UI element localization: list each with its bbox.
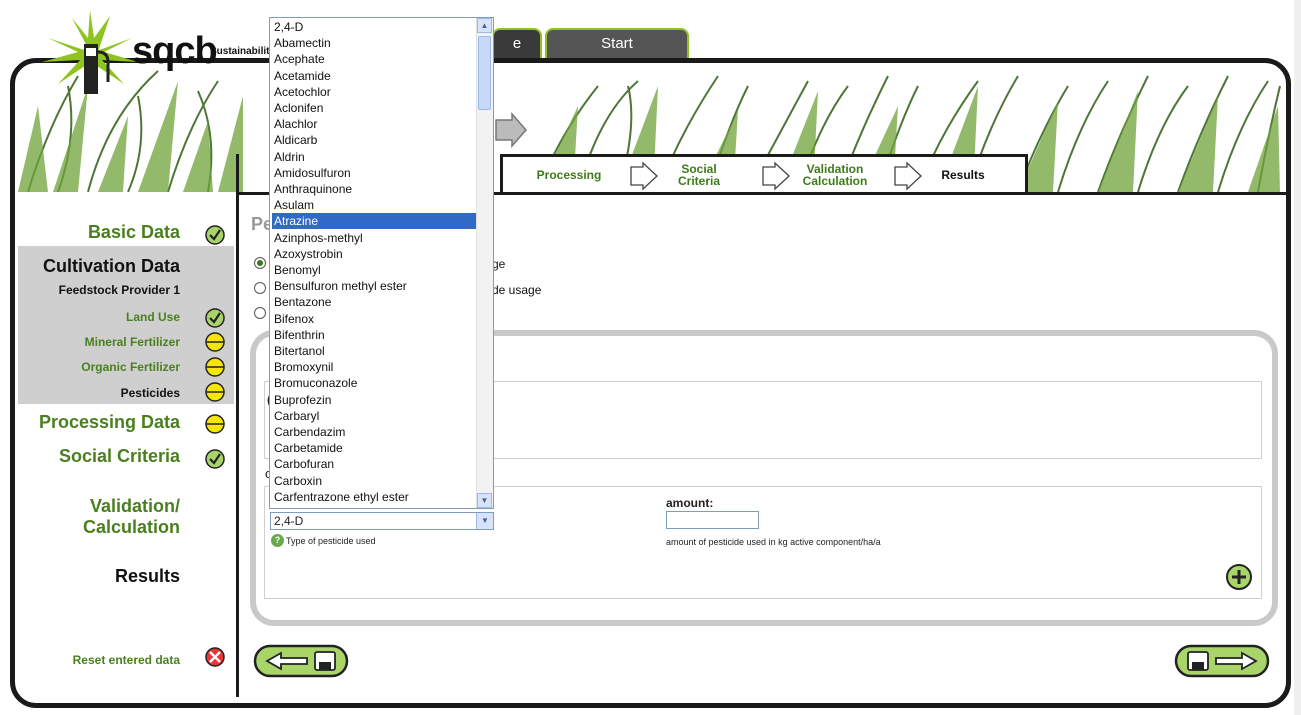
sidebar-validation-calculation[interactable]: Validation/ Calculation [20, 496, 180, 538]
sidebar-land-use[interactable]: Land Use [20, 310, 180, 324]
dropdown-option[interactable]: Bifenthrin [272, 327, 476, 343]
amount-hint: amount of pesticide used in kg active co… [666, 537, 881, 547]
dropdown-option[interactable]: Azinphos-methyl [272, 230, 476, 246]
step-arrow-icon [495, 112, 527, 148]
dropdown-option[interactable]: Carfentrazone ethyl ester [272, 489, 476, 505]
step-arrow-icon [894, 161, 922, 191]
pesticide-select[interactable]: 2,4-D ▼ [270, 512, 494, 530]
dropdown-option[interactable]: Acetochlor [272, 84, 476, 100]
radio-option-1-label: ge [492, 257, 506, 271]
dropdown-option[interactable]: Buprofezin [272, 392, 476, 408]
step-validation-calculation[interactable]: Validation Calculation [787, 157, 883, 193]
half-circle-icon [205, 357, 225, 377]
pesticide-dropdown-list[interactable]: 2,4-D Abamectin Acephate Acetamide Acetochlo… [269, 17, 494, 509]
step-results[interactable]: Results [923, 157, 1003, 193]
check-circle-icon [205, 308, 225, 328]
dropdown-option[interactable]: Asulam [272, 197, 476, 213]
type-hint: Type of pesticide used [286, 536, 376, 546]
plus-circle-icon[interactable] [1225, 563, 1253, 591]
page-scrollbar[interactable] [1294, 0, 1301, 715]
dropdown-option[interactable]: Anthraquinone [272, 181, 476, 197]
scroll-down-icon[interactable]: ▼ [477, 493, 492, 508]
sidebar-feedstock-provider[interactable]: Feedstock Provider 1 [20, 283, 180, 297]
save-forward-icon[interactable] [1174, 644, 1270, 678]
dropdown-option[interactable]: Aldicarb [272, 132, 476, 148]
dropdown-option[interactable]: Atrazine [272, 213, 476, 230]
sidebar-reset[interactable]: Reset entered data [20, 653, 180, 667]
dropdown-option[interactable]: Bromuconazole [272, 375, 476, 391]
radio-option-1[interactable] [254, 257, 266, 269]
amount-label: amount: [666, 496, 714, 510]
red-x-icon[interactable] [204, 646, 226, 668]
dropdown-option[interactable]: Bitertanol [272, 343, 476, 359]
scroll-thumb[interactable] [478, 36, 491, 110]
sidebar-organic-fertilizer[interactable]: Organic Fertilizer [20, 360, 180, 374]
dropdown-option[interactable]: Benomyl [272, 262, 476, 278]
logo-subtext: Sustainability [210, 46, 276, 57]
step-arrow-icon [630, 161, 658, 191]
sidebar-cultivation-data[interactable]: Cultivation Data [20, 256, 180, 277]
radio-option-2[interactable] [254, 282, 266, 294]
half-circle-icon [205, 414, 225, 434]
sidebar-mineral-fertilizer[interactable]: Mineral Fertilizer [20, 335, 180, 349]
dropdown-option[interactable]: Bifenox [272, 311, 476, 327]
chevron-down-icon[interactable]: ▼ [476, 513, 493, 529]
dropdown-option[interactable]: Carbaryl [272, 408, 476, 424]
sidebar-social-criteria[interactable]: Social Criteria [20, 446, 180, 467]
dropdown-option[interactable]: Aldrin [272, 149, 476, 165]
sidebar-results[interactable]: Results [20, 566, 180, 587]
dropdown-option[interactable]: Alachlor [272, 116, 476, 132]
dropdown-option[interactable]: Azoxystrobin [272, 246, 476, 262]
check-circle-icon [205, 225, 225, 245]
tab-partial[interactable]: e [492, 28, 542, 58]
sidebar-pesticides[interactable]: Pesticides [20, 386, 180, 400]
dropdown-option[interactable]: Abamectin [272, 35, 476, 51]
back-save-icon[interactable] [253, 644, 349, 678]
half-circle-icon [205, 332, 225, 352]
amount-input[interactable] [666, 511, 759, 529]
radio-option-2-label: de usage [492, 283, 542, 297]
dropdown-option[interactable]: Acetamide [272, 68, 476, 84]
step-social-criteria[interactable]: Social Criteria [663, 157, 735, 193]
step-navigation: Processing Social Criteria Validation Ca… [500, 154, 1028, 192]
dropdown-scrollbar[interactable]: ▲ ▼ [476, 18, 493, 508]
sidebar-processing-data[interactable]: Processing Data [20, 412, 180, 433]
radio-option-3[interactable] [254, 307, 266, 319]
question-icon[interactable]: ? [271, 534, 284, 547]
check-circle-icon [205, 449, 225, 469]
dropdown-option[interactable]: Carbetamide [272, 440, 476, 456]
dropdown-option[interactable]: Bentazone [272, 294, 476, 310]
dropdown-option[interactable]: Carboxin [272, 473, 476, 489]
logo-text: sqcb [132, 30, 218, 72]
dropdown-option[interactable]: Carbofuran [272, 456, 476, 472]
tab-start[interactable]: Start [545, 28, 689, 58]
content-left-border [236, 154, 239, 697]
dropdown-option[interactable]: Carbendazim [272, 424, 476, 440]
dropdown-option[interactable]: Acephate [272, 51, 476, 67]
dropdown-option[interactable]: Bensulfuron methyl ester [272, 278, 476, 294]
scroll-up-icon[interactable]: ▲ [477, 18, 492, 33]
dropdown-option[interactable]: Amidosulfuron [272, 165, 476, 181]
half-circle-icon [205, 382, 225, 402]
dropdown-option[interactable]: Aclonifen [272, 100, 476, 116]
step-processing[interactable]: Processing [523, 157, 615, 193]
sidebar-basic-data[interactable]: Basic Data [30, 222, 180, 243]
dropdown-option[interactable]: Bromoxynil [272, 359, 476, 375]
dropdown-option[interactable]: 2,4-D [272, 19, 476, 35]
pesticide-select-value: 2,4-D [274, 514, 304, 528]
